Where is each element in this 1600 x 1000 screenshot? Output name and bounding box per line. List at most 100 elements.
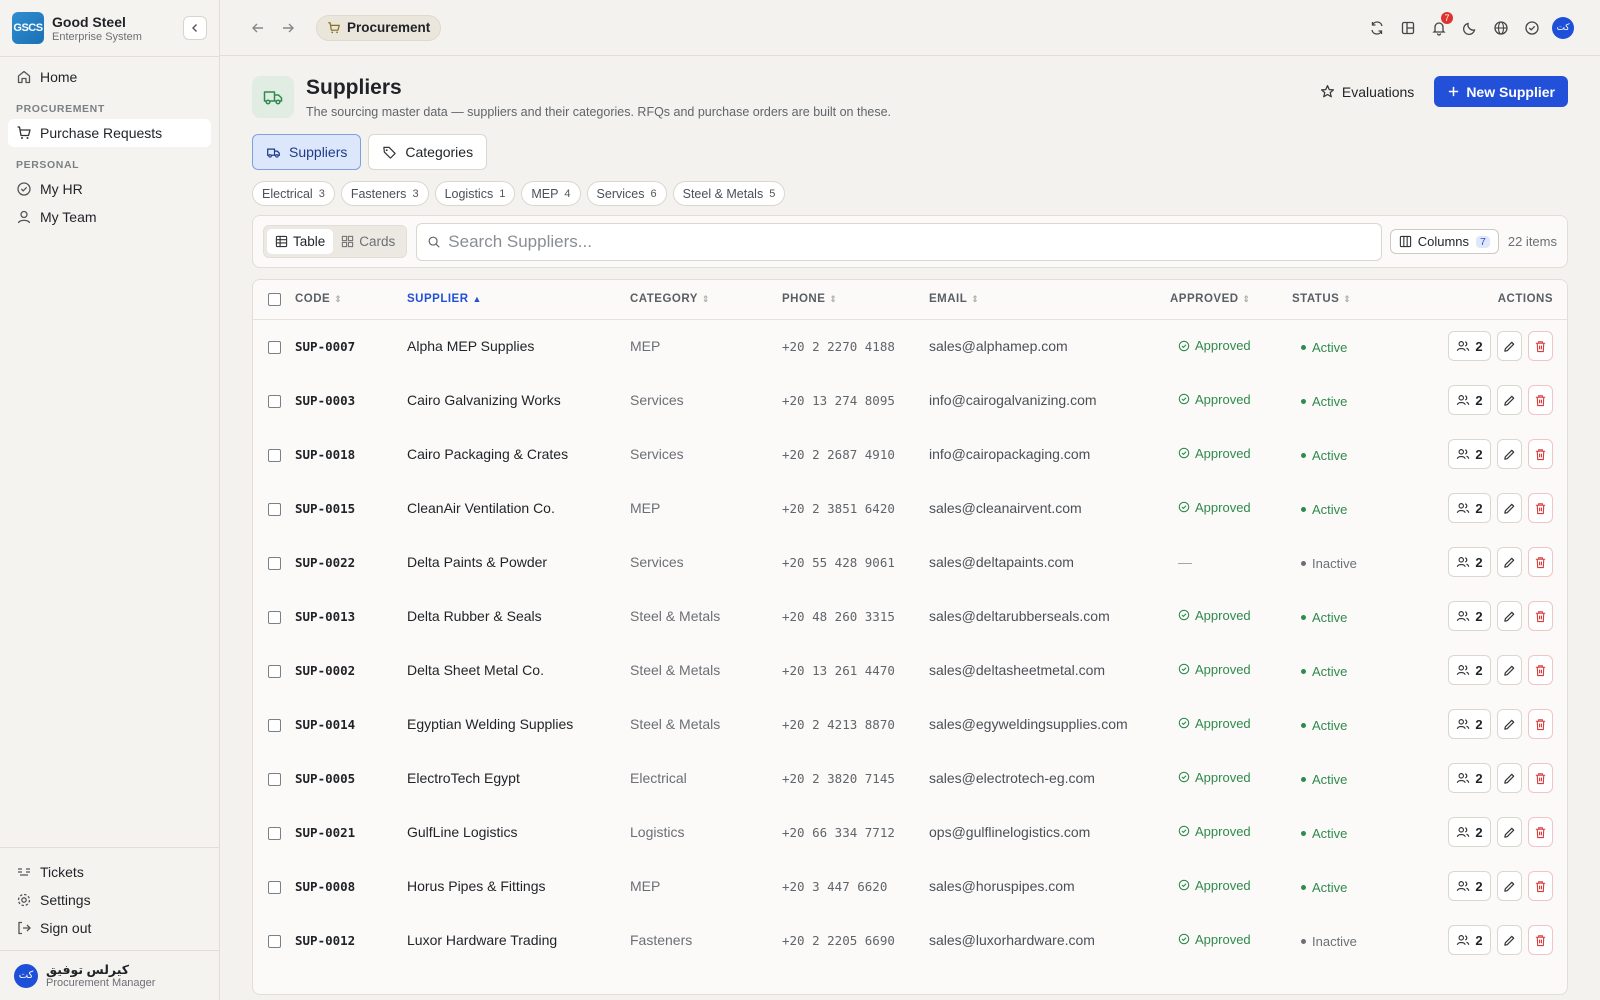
contacts-button[interactable]: 2 [1448,817,1491,847]
row-checkbox[interactable] [268,826,281,840]
user-profile[interactable]: كت كيرلس توفيق Procurement Manager [0,950,219,1000]
row-checkbox[interactable] [268,448,281,462]
supplier-name[interactable]: ElectroTech Egypt [407,770,520,786]
notifications-button[interactable]: 7 [1428,12,1453,38]
column-header-status[interactable]: STATUS ⇕ [1292,280,1402,320]
delete-button[interactable] [1528,493,1553,523]
select-all-checkbox[interactable] [268,292,281,306]
columns-button[interactable]: Columns 7 [1389,229,1499,254]
edit-button[interactable] [1497,601,1522,631]
supplier-name[interactable]: Delta Sheet Metal Co. [407,662,544,678]
edit-button[interactable] [1497,763,1522,793]
category-chip[interactable]: Fasteners 3 [340,181,429,206]
table-row[interactable]: SUP-0018 Cairo Packaging & Crates Services… [253,427,1567,481]
contacts-button[interactable]: 2 [1448,763,1491,793]
back-button[interactable] [246,16,270,40]
row-checkbox[interactable] [268,610,281,624]
table-row[interactable]: SUP-0013 Delta Rubber & Seals Steel & Meta… [253,589,1567,643]
delete-button[interactable] [1528,547,1553,577]
delete-button[interactable] [1528,817,1553,847]
sidebar-item-my-hr[interactable]: My HR [8,175,211,203]
apps-button[interactable] [1397,17,1418,38]
supplier-name[interactable]: Delta Rubber & Seals [407,608,542,624]
edit-button[interactable] [1497,385,1522,415]
avatar[interactable]: كت [1552,16,1574,39]
supplier-name[interactable]: Luxor Hardware Trading [407,932,557,948]
sidebar-item-sign-out[interactable]: Sign out [8,914,211,942]
supplier-name[interactable]: Egyptian Welding Supplies [407,716,573,732]
row-checkbox[interactable] [268,341,281,355]
evaluations-button[interactable]: Evaluations [1320,77,1414,107]
delete-button[interactable] [1528,871,1553,901]
edit-button[interactable] [1497,925,1522,955]
column-header-email[interactable]: EMAIL ⇕ [929,280,1170,320]
delete-button[interactable] [1528,709,1553,739]
column-header-code[interactable]: CODE ⇕ [295,280,407,320]
column-header-phone[interactable]: PHONE ⇕ [782,280,929,320]
sidebar-item-purchase-requests[interactable]: Purchase Requests [8,119,211,147]
table-row[interactable]: SUP-0002 Delta Sheet Metal Co. Steel & Met… [253,643,1567,697]
supplier-name[interactable]: Cairo Galvanizing Works [407,392,561,408]
table-row[interactable]: SUP-0015 CleanAir Ventilation Co. MEP +20 2… [253,481,1567,535]
category-chip[interactable]: MEP 4 [521,181,581,206]
table-row[interactable]: SUP-0012 Luxor Hardware Trading Fasteners +… [253,913,1567,967]
category-chip[interactable]: Steel & Metals 5 [672,181,786,206]
edit-button[interactable] [1497,331,1522,362]
contacts-button[interactable]: 2 [1448,385,1491,415]
edit-button[interactable] [1497,709,1522,739]
delete-button[interactable] [1528,655,1553,685]
column-header-approved[interactable]: APPROVED ⇕ [1170,280,1292,320]
edit-button[interactable] [1497,655,1522,685]
table-row[interactable]: SUP-0014 Egyptian Welding Supplies Steel &… [253,697,1567,751]
refresh-button[interactable] [1366,17,1387,38]
view-cards-button[interactable]: Cards [333,229,403,254]
row-checkbox[interactable] [268,718,281,732]
category-chip[interactable]: Electrical 3 [252,181,335,206]
table-row[interactable]: SUP-0021 GulfLine Logistics Logistics +20 6… [253,805,1567,859]
sidebar-item-home[interactable]: Home [8,63,211,91]
view-table-button[interactable]: Table [267,229,334,254]
contacts-button[interactable]: 2 [1448,331,1491,362]
row-checkbox[interactable] [268,664,281,678]
row-checkbox[interactable] [268,394,281,408]
contacts-button[interactable]: 2 [1448,655,1491,685]
table-row[interactable]: SUP-0007 Alpha MEP Supplies MEP +20 2 2270 … [253,319,1567,373]
theme-toggle-button[interactable] [1459,17,1480,38]
edit-button[interactable] [1497,493,1522,523]
contacts-button[interactable]: 2 [1448,709,1491,739]
supplier-name[interactable]: Alpha MEP Supplies [407,338,534,354]
tasks-button[interactable] [1521,17,1542,38]
contacts-button[interactable]: 2 [1448,601,1491,631]
edit-button[interactable] [1497,547,1522,577]
category-chip[interactable]: Logistics 1 [434,181,516,206]
row-checkbox[interactable] [268,556,281,570]
row-checkbox[interactable] [268,880,281,894]
contacts-button[interactable]: 2 [1448,547,1491,577]
sidebar-item-settings[interactable]: Settings [8,886,211,914]
breadcrumb[interactable]: Procurement [316,14,442,41]
delete-button[interactable] [1528,331,1553,362]
search-input[interactable] [448,231,1371,252]
supplier-name[interactable]: Horus Pipes & Fittings [407,878,546,894]
column-header-supplier[interactable]: SUPPLIER ▲ [407,280,630,320]
table-row[interactable]: SUP-0008 Horus Pipes & Fittings MEP +20 3 4… [253,859,1567,913]
language-button[interactable] [1490,17,1511,38]
column-header-category[interactable]: CATEGORY ⇕ [630,280,782,320]
row-checkbox[interactable] [268,934,281,948]
new-supplier-button[interactable]: New Supplier [1434,76,1568,107]
row-checkbox[interactable] [268,772,281,786]
edit-button[interactable] [1497,817,1522,847]
table-row[interactable]: SUP-0003 Cairo Galvanizing Works Services +… [253,373,1567,427]
sidebar-item-my-team[interactable]: My Team [8,203,211,231]
supplier-name[interactable]: Delta Paints & Powder [407,554,547,570]
tab-suppliers[interactable]: Suppliers [252,134,362,170]
delete-button[interactable] [1528,925,1553,955]
delete-button[interactable] [1528,763,1553,793]
contacts-button[interactable]: 2 [1448,439,1491,469]
contacts-button[interactable]: 2 [1448,925,1491,955]
contacts-button[interactable]: 2 [1448,871,1491,901]
supplier-name[interactable]: CleanAir Ventilation Co. [407,500,555,516]
sidebar-item-tickets[interactable]: Tickets [8,858,211,886]
collapse-sidebar-button[interactable] [183,16,207,40]
supplier-name[interactable]: GulfLine Logistics [407,824,518,840]
